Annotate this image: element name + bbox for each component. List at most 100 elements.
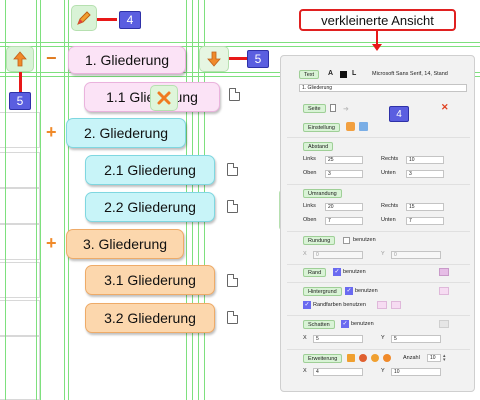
umrandung-oben-input[interactable]: 7 [325,217,363,225]
pencil-edit-button[interactable] [71,5,97,31]
rundung-y-input[interactable]: 0 [391,251,441,259]
font-a-button[interactable]: A [328,70,333,77]
umrandung-rechts-input[interactable]: 15 [406,203,444,211]
rundung-checkbox[interactable] [343,237,350,244]
guide-line [36,0,37,400]
abstand-oben-input[interactable]: 3 [325,170,363,178]
umrandung-links-input[interactable]: 20 [325,203,363,211]
copy-icon[interactable] [359,122,368,131]
x-label: X [303,251,307,257]
rundung-x-input[interactable]: 0 [313,251,363,259]
outline-node-2[interactable]: 2. Gliederung [66,118,186,148]
anzahl-stepper[interactable]: ▴ ▾ [443,354,449,363]
anzahl-input[interactable]: 10 [427,354,441,362]
y-label: Y [381,335,385,341]
umrandung-button[interactable]: Umrandung [303,189,342,198]
guide-line [0,42,480,43]
grid-cell [0,112,40,148]
text-button[interactable]: Text [299,70,320,79]
color-swatch-black[interactable] [340,71,347,78]
links-label: Links [303,203,316,209]
text-input[interactable]: 1. Gliederung [299,84,467,92]
hintergrund-button[interactable]: Hintergrund [303,287,342,296]
abstand-unten-input[interactable]: 3 [406,170,444,178]
randfarbe-swatch-1[interactable] [377,301,387,309]
grid-cell [0,262,40,298]
rundung-button[interactable]: Rundung [303,236,336,245]
schatten-x-input[interactable]: 5 [313,335,363,343]
red-arrow [97,18,117,21]
randfarben-checkbox[interactable]: ✓ [303,301,311,309]
move-up-button[interactable] [6,46,34,72]
guide-line [64,0,65,400]
grid-cell [0,300,40,336]
schatten-checkbox[interactable]: ✓ [341,320,349,328]
expand-toggle[interactable]: + [46,234,57,252]
move-down-button[interactable] [199,46,229,72]
y-label: Y [381,251,385,257]
pencil-icon [77,11,91,25]
rand-button[interactable]: Rand [303,268,327,277]
rand-checkbox[interactable]: ✓ [333,268,341,276]
erweiterung-x-input[interactable]: 4 [313,368,363,376]
rand-color-swatch[interactable] [439,268,449,276]
document-icon[interactable] [227,200,238,213]
abstand-button[interactable]: Abstand [303,142,334,151]
close-icon[interactable]: ✕ [441,102,449,113]
arrow-right-icon[interactable]: ➜ [343,105,349,113]
unten-label: Unten [381,170,396,176]
outline-node-2-2[interactable]: 2.2 Gliederung [85,192,215,222]
oben-label: Oben [303,217,317,223]
abstand-links-input[interactable]: 25 [325,156,363,164]
outline-node-2-1[interactable]: 2.1 Gliederung [85,155,215,185]
anzahl-label: Anzahl [403,355,420,361]
outline-node-3-2[interactable]: 3.2 Gliederung [85,303,215,333]
schatten-benutzen-label: benutzen [351,321,374,327]
document-icon[interactable] [227,163,238,176]
hintergrund-color-swatch[interactable] [439,287,449,295]
seite-button[interactable]: Seite [303,104,326,113]
links-label: Links [303,156,316,162]
document-icon[interactable] [229,88,240,101]
schatten-y-input[interactable]: 5 [391,335,441,343]
arrow-up-icon [13,51,27,67]
step-badge: 4 [119,11,141,29]
grid-cell [0,152,40,188]
schatten-button[interactable]: Schatten [303,320,335,329]
font-l-button[interactable]: L [352,70,356,77]
outline-node-3-1[interactable]: 3.1 Gliederung [85,265,215,295]
hintergrund-checkbox[interactable]: ✓ [345,287,353,295]
collapse-toggle[interactable]: − [46,49,57,67]
font-info: Microsoft Sans Serif, 14, Stand [372,71,448,77]
rundung-benutzen-label: benutzen [353,237,376,243]
umrandung-unten-input[interactable]: 7 [406,217,444,225]
pencil-icon[interactable] [347,354,355,362]
option-icon-3[interactable] [383,354,391,362]
delete-node-button[interactable] [150,85,178,111]
tools-icon[interactable] [346,122,355,131]
callout-label: verkleinerte Ansicht [299,9,456,31]
step-badge: 4 [389,106,409,122]
document-icon[interactable] [227,274,238,287]
outline-node-1[interactable]: 1. Gliederung [68,46,186,74]
erweiterung-y-input[interactable]: 10 [391,368,441,376]
abstand-rechts-input[interactable]: 10 [406,156,444,164]
properties-panel: Text A L Microsoft Sans Serif, 14, Stand… [280,55,475,392]
expand-toggle[interactable]: + [46,123,57,141]
red-arrow-head [372,44,382,51]
option-icon-1[interactable] [359,354,367,362]
document-icon[interactable] [227,311,238,324]
erweiterung-button[interactable]: Erweiterung [303,354,343,363]
guide-line [40,0,41,400]
option-icon-2[interactable] [371,354,379,362]
outline-node-3[interactable]: 3. Gliederung [66,229,184,259]
schatten-color-swatch[interactable] [439,320,449,328]
cross-icon [157,91,171,105]
rechts-label: Rechts [381,203,399,209]
rechts-label: Rechts [381,156,399,162]
einstellung-button[interactable]: Einstellung [303,123,340,132]
randfarbe-swatch-2[interactable] [391,301,401,309]
grid-cell [0,336,40,400]
page-icon[interactable] [330,104,336,112]
y-label: Y [381,368,385,374]
